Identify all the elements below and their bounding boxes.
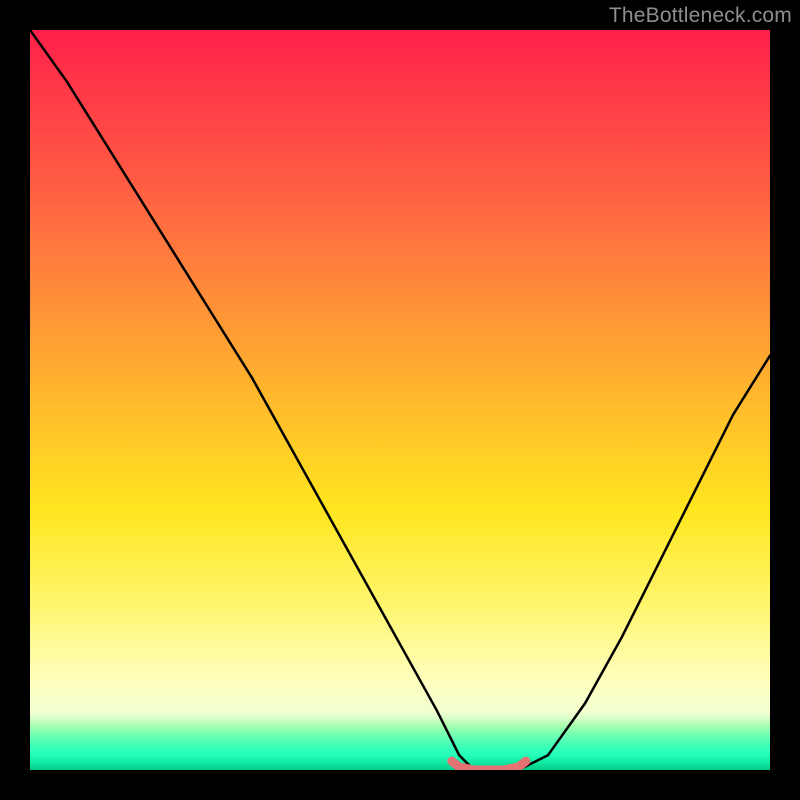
curves-svg [30,30,770,770]
watermark-text: TheBottleneck.com [609,4,792,28]
optimal-marker [452,761,526,770]
plot-area [30,30,770,770]
chart-frame: TheBottleneck.com [0,0,800,800]
bottleneck-curve [30,30,770,770]
